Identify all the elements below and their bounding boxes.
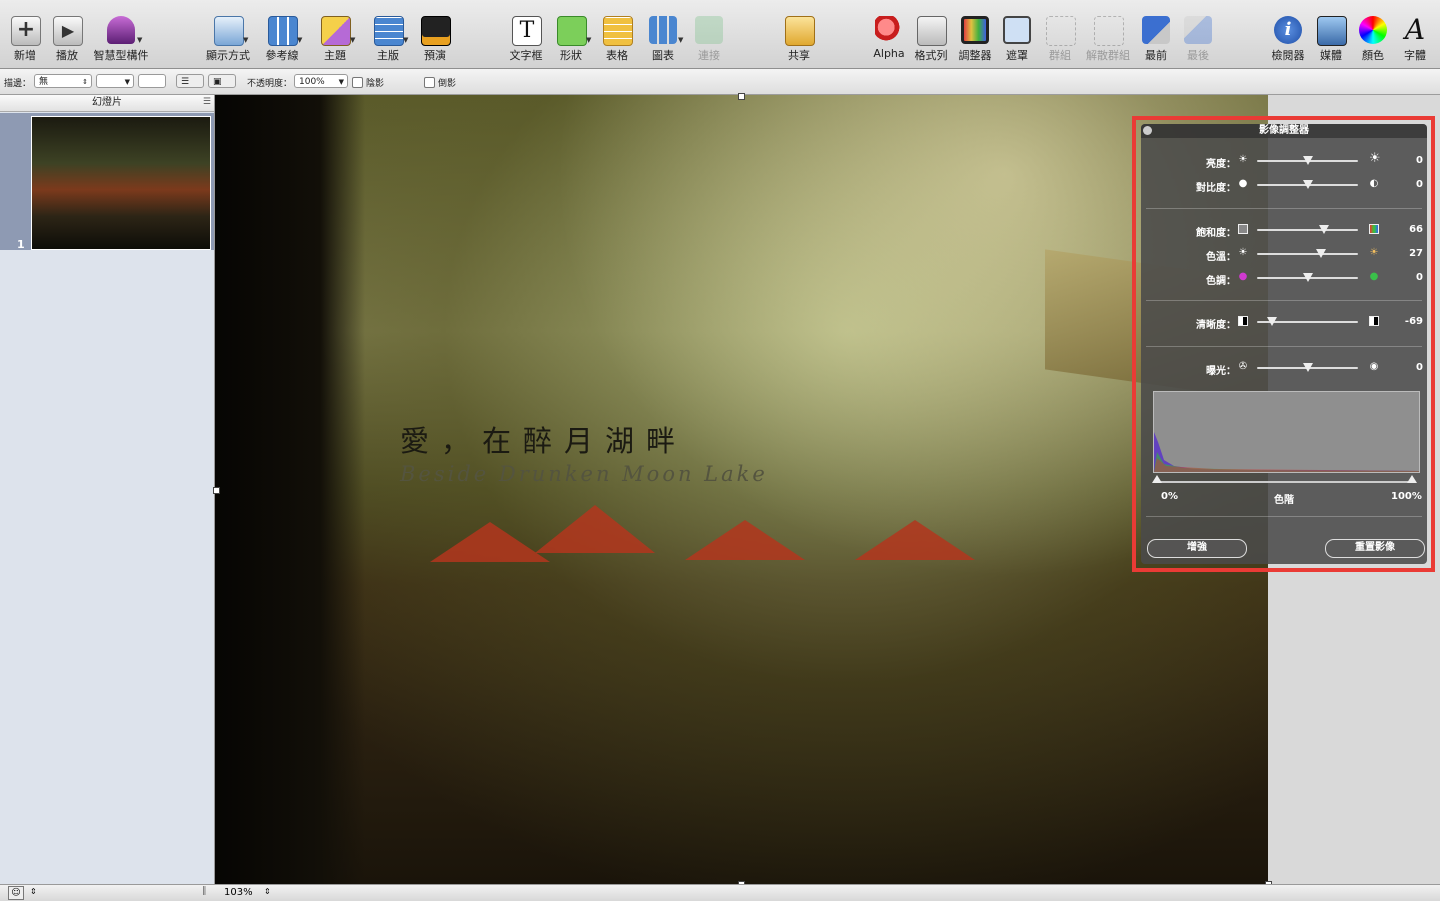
view-toggle-button[interactable]: ☺ <box>8 886 24 900</box>
format-bar: 描邊： 無 ⇕ ▼ ☰ ▣ 不透明度： 100% ▼ 陰影 倒影 <box>0 69 1440 95</box>
view-icon <box>214 16 244 46</box>
umbrella-shape <box>430 522 550 562</box>
toolbar-smart-build-button[interactable]: 智慧型構件 ▼ <box>91 0 151 68</box>
chevron-updown-icon[interactable]: ⇕ <box>264 887 271 896</box>
ungroup-icon <box>1094 16 1124 46</box>
alpha-icon <box>875 16 903 44</box>
rehearse-icon <box>421 16 451 46</box>
chevron-down-icon: ▼ <box>338 78 344 86</box>
highlight-annotation-box <box>1132 116 1435 572</box>
chevron-down-icon: ▼ <box>350 36 356 44</box>
stroke-width-select[interactable]: ▼ <box>96 74 134 88</box>
frame-button[interactable]: ▣ <box>208 74 236 88</box>
chevron-updown-icon[interactable]: ⇕ <box>30 887 37 896</box>
adjust-options-button[interactable]: ☰ <box>176 74 204 88</box>
chevron-down-icon: ▼ <box>243 36 249 44</box>
format-bar-icon <box>917 16 947 46</box>
stroke-label: 描邊： <box>4 79 32 89</box>
smart-build-icon <box>107 16 135 44</box>
toolbar-connect-button[interactable]: 連接 <box>679 0 739 68</box>
chevron-down-icon: ▼ <box>137 36 143 44</box>
adjust-icon <box>961 16 989 44</box>
selection-handle[interactable] <box>738 93 745 100</box>
toolbar-send-back-button[interactable]: 最後 <box>1168 0 1228 68</box>
tree-trunk-shadow <box>215 95 365 884</box>
frame-icon: ▣ <box>213 77 222 87</box>
person-icon: ☺ <box>11 888 21 898</box>
sliders-icon: ☰ <box>181 77 190 87</box>
slide-title[interactable]: 愛，在醉月湖畔 <box>400 418 687 460</box>
toolbar-share-button[interactable]: 共享 <box>769 0 829 68</box>
toolbar-fonts-button[interactable]: A 字體 <box>1385 0 1440 68</box>
opacity-label: 不透明度： <box>247 79 293 89</box>
chevron-down-icon: ▼ <box>297 36 303 44</box>
share-icon <box>785 16 815 46</box>
chevron-updown-icon: ⇕ <box>82 78 88 86</box>
opacity-field[interactable]: 100% ▼ <box>294 74 348 88</box>
umbrella-shape <box>855 520 975 560</box>
chevron-down-icon: ▼ <box>124 78 130 86</box>
navigator-menu-icon[interactable]: ☰ <box>203 97 211 107</box>
themes-icon <box>321 16 351 46</box>
inspector-icon: i <box>1274 16 1302 44</box>
colors-icon <box>1359 16 1387 44</box>
connect-icon <box>695 16 723 44</box>
shadow-checkbox[interactable] <box>352 77 363 88</box>
guides-icon <box>268 16 298 46</box>
masters-icon <box>374 16 404 46</box>
stroke-color-well[interactable] <box>138 74 166 88</box>
zoom-level[interactable]: 103% <box>224 887 253 898</box>
chart-icon <box>649 16 677 44</box>
toolbar: + 新增 ▶ 播放 智慧型構件 ▼ 顯示方式 ▼ 參考線 ▼ 主題 ▼ 主版 ▼… <box>0 0 1440 69</box>
text-box-icon: T <box>512 16 542 46</box>
resize-handle-icon[interactable]: ‖ <box>202 886 207 896</box>
mask-icon <box>1003 16 1031 44</box>
shadow-label: 陰影 <box>366 79 385 89</box>
umbrella-shape <box>535 505 655 553</box>
slide-number: 1 <box>17 238 25 251</box>
selection-handle[interactable] <box>213 487 220 494</box>
play-icon: ▶ <box>53 16 83 46</box>
shapes-icon <box>557 16 587 46</box>
slide-thumbnail[interactable] <box>31 116 211 250</box>
stroke-style-select[interactable]: 無 ⇕ <box>34 74 92 88</box>
slide-subtitle[interactable]: Beside Drunken Moon Lake <box>400 462 768 486</box>
send-back-icon <box>1184 16 1212 44</box>
slide-image[interactable]: 愛，在醉月湖畔 Beside Drunken Moon Lake <box>215 95 1268 884</box>
reflection-checkbox[interactable] <box>424 77 435 88</box>
toolbar-rehearse-button[interactable]: 預演 <box>405 0 465 68</box>
reflection-label: 倒影 <box>438 79 457 89</box>
bring-front-icon <box>1142 16 1170 44</box>
group-icon <box>1046 16 1076 46</box>
navigator-header: 幻燈片 <box>0 95 214 112</box>
slide-navigator: 幻燈片 ☰ 1 <box>0 95 215 884</box>
status-bar: ☺ ⇕ ‖ 103% ⇕ <box>0 884 1440 901</box>
table-icon <box>603 16 633 46</box>
umbrella-shape <box>685 520 805 560</box>
fonts-icon: A <box>1404 13 1426 46</box>
